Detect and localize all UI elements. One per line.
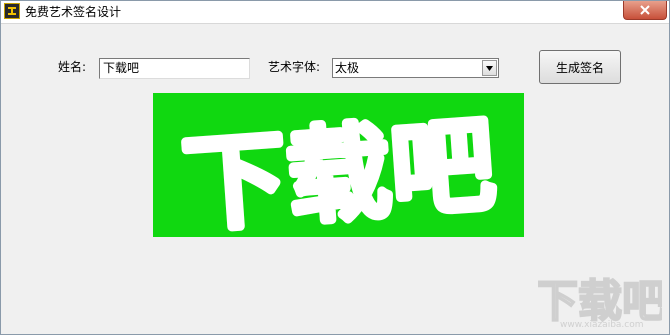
font-select[interactable]: 太极 — [332, 58, 499, 78]
close-button[interactable] — [623, 1, 667, 20]
signature-preview-text: 下载吧 — [179, 103, 499, 237]
font-select-value: 太极 — [335, 61, 360, 75]
app-signature-icon — [4, 3, 20, 19]
name-label: 姓名: — [58, 60, 87, 74]
close-icon — [640, 5, 650, 15]
font-label: 艺术字体: — [268, 60, 321, 74]
watermark-url: www.xiazaiba.com — [560, 320, 644, 330]
window-title: 免费艺术签名设计 — [25, 5, 122, 19]
name-input[interactable]: 下载吧 — [99, 58, 250, 79]
chevron-down-icon[interactable] — [482, 60, 497, 76]
signature-preview: 下载吧 — [153, 93, 524, 237]
title-bar: 免费艺术签名设计 — [1, 1, 669, 24]
generate-signature-button[interactable]: 生成签名 — [539, 50, 621, 84]
